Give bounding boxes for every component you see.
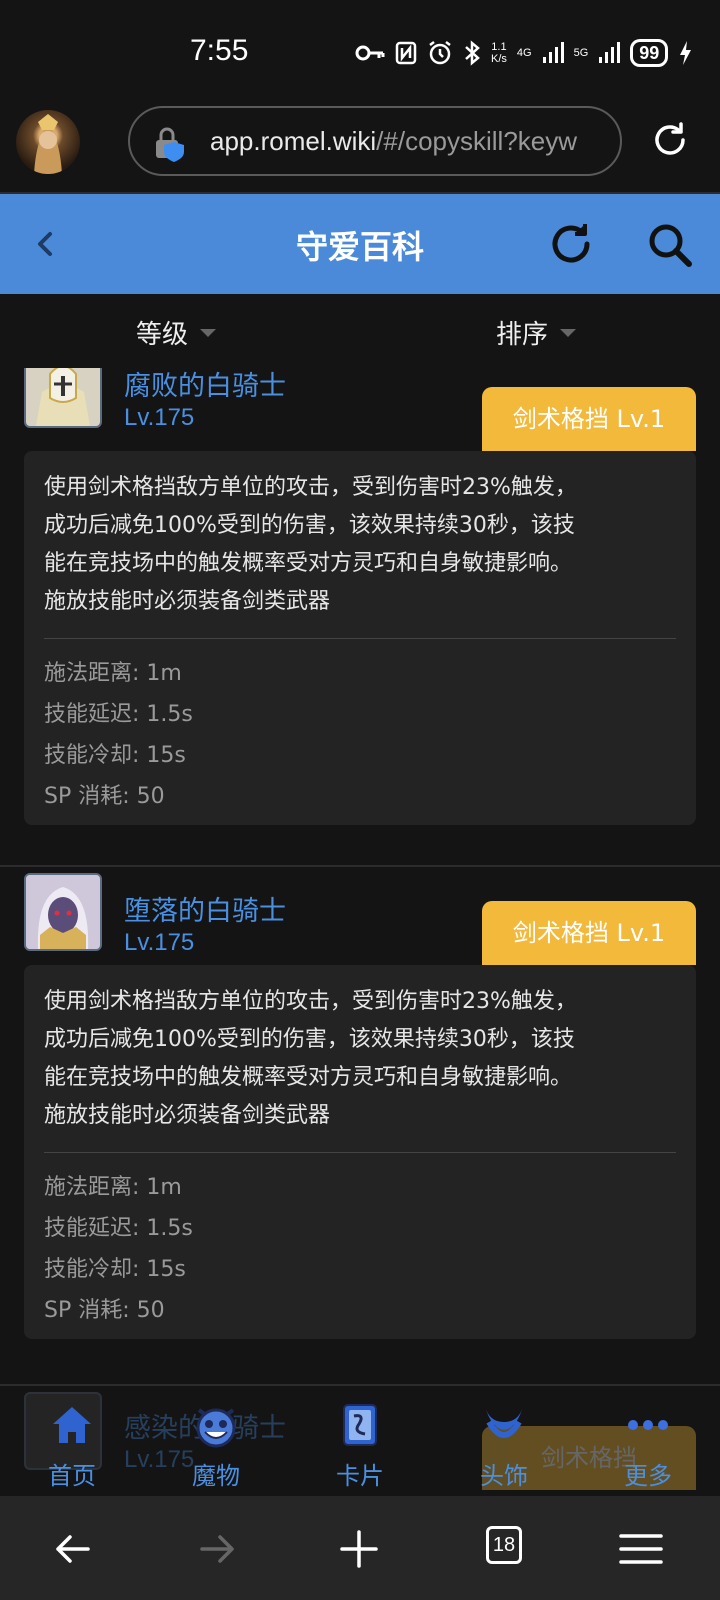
skill-description: 使用剑术格挡敌方单位的攻击，受到伤害时23%触发， 成功后减免100%受到的伤害… [44, 989, 577, 1128]
charging-icon [680, 41, 692, 65]
divider [0, 1384, 720, 1386]
stat-sp-cost: SP 消耗: 50 [44, 1298, 165, 1323]
monster-thumbnail [24, 368, 102, 428]
stat-cooldown: 技能冷却: 15s [44, 1257, 186, 1282]
arrow-left-icon[interactable] [48, 1524, 98, 1574]
nfc-icon [395, 41, 417, 65]
url-text: app.romel.wiki/#/copyskill?keyw [210, 126, 610, 157]
tab-count: 18 [486, 1526, 522, 1564]
url-path: /#/copyskill?keyw [376, 126, 578, 156]
level-filter-label: 等级 [136, 320, 189, 350]
arrow-right-icon [200, 1535, 234, 1563]
monster-thumbnail [24, 873, 102, 951]
divider [0, 865, 720, 867]
menu-icon[interactable] [616, 1524, 666, 1574]
lock-shield-icon [156, 127, 184, 162]
divider [44, 1152, 676, 1153]
level-filter[interactable]: 等级 [136, 314, 217, 351]
sort-filter-label: 排序 [496, 320, 549, 350]
skill-card: 使用剑术格挡敌方单位的攻击，受到伤害时23%触发， 成功后减免100%受到的伤害… [24, 451, 696, 825]
skill-list: 腐败的白骑士 Lv.175 剑术格挡 Lv.1 使用剑术格挡敌方单位的攻击，受到… [0, 368, 720, 1496]
profile-avatar[interactable] [16, 110, 80, 174]
browser-address-bar: app.romel.wiki/#/copyskill?keyw [0, 100, 720, 194]
nav-label: 首页 [48, 1462, 96, 1490]
signal-icon [542, 42, 564, 63]
app-header: 守爱百科 [0, 194, 720, 294]
tab-switcher[interactable]: 18 [484, 1524, 534, 1574]
monster-name: 堕落的白骑士 [124, 896, 286, 927]
nav-label: 卡片 [336, 1462, 384, 1490]
skill-description: 使用剑术格挡敌方单位的攻击，受到伤害时23%触发， 成功后减免100%受到的伤害… [44, 475, 577, 614]
nav-cards[interactable]: 卡片 [310, 1396, 410, 1491]
stat-delay: 技能延迟: 1.5s [44, 702, 193, 727]
monster-icon [196, 1408, 236, 1448]
sort-filter[interactable]: 排序 [496, 314, 577, 351]
skill-tag: 剑术格挡 Lv.1 [482, 901, 696, 965]
skill-tag: 剑术格挡 Lv.1 [482, 387, 696, 451]
search-icon[interactable] [645, 220, 695, 270]
refresh-icon[interactable] [547, 220, 595, 268]
net-type-1: 4G [516, 47, 532, 59]
signal-icon-2 [599, 42, 621, 63]
divider [44, 638, 676, 639]
monster-name: 腐败的白骑士 [124, 371, 286, 402]
key-icon [355, 45, 385, 61]
alarm-icon [429, 41, 451, 65]
monster-level: Lv.175 [124, 929, 195, 956]
nav-monsters[interactable]: 魔物 [166, 1396, 266, 1491]
nav-headwear[interactable]: 头饰 [454, 1396, 554, 1491]
page-title: 守爱百科 [295, 228, 424, 266]
nav-home[interactable]: 首页 [22, 1396, 122, 1491]
new-tab-icon[interactable] [334, 1524, 384, 1574]
stat-delay: 技能延迟: 1.5s [44, 1216, 193, 1241]
url-field[interactable]: app.romel.wiki/#/copyskill?keyw [128, 106, 622, 176]
bluetooth-icon [465, 40, 480, 66]
home-icon [53, 1407, 91, 1443]
monster-level: Lv.175 [124, 404, 195, 431]
nav-label: 头饰 [480, 1462, 528, 1490]
url-host: app.romel.wiki [210, 126, 377, 156]
status-time: 7:55 [190, 34, 249, 67]
more-icon [628, 1420, 668, 1430]
stat-sp-cost: SP 消耗: 50 [44, 784, 165, 809]
headwear-icon [485, 1406, 523, 1438]
chevron-down-icon [200, 328, 217, 337]
nav-label: 更多 [624, 1462, 672, 1490]
browser-toolbar: 18 [0, 1496, 720, 1600]
stat-cast-range: 施法距离: 1m [44, 661, 182, 686]
card-icon [343, 1404, 377, 1446]
battery-indicator: 99 [630, 39, 669, 67]
nav-label: 魔物 [192, 1462, 240, 1490]
chevron-down-icon [560, 328, 577, 337]
bottom-nav: 首页 魔物 卡片 头饰 更多 [0, 1396, 720, 1496]
nav-more[interactable]: 更多 [598, 1396, 698, 1491]
filter-bar: 等级 排序 [0, 294, 720, 368]
net-speed: 1.1 K/s [491, 41, 507, 65]
browser-reload-icon[interactable] [650, 120, 690, 160]
net-type-2: 5G [573, 47, 589, 59]
skill-card: 使用剑术格挡敌方单位的攻击，受到伤害时23%触发， 成功后减免100%受到的伤害… [24, 965, 696, 1339]
stat-cast-range: 施法距离: 1m [44, 1175, 182, 1200]
status-bar: 7:55 1.1 K/s 4G 5G 99 [0, 0, 720, 100]
status-icons: 1.1 K/s 4G 5G 99 [355, 38, 692, 68]
stat-cooldown: 技能冷却: 15s [44, 743, 186, 768]
